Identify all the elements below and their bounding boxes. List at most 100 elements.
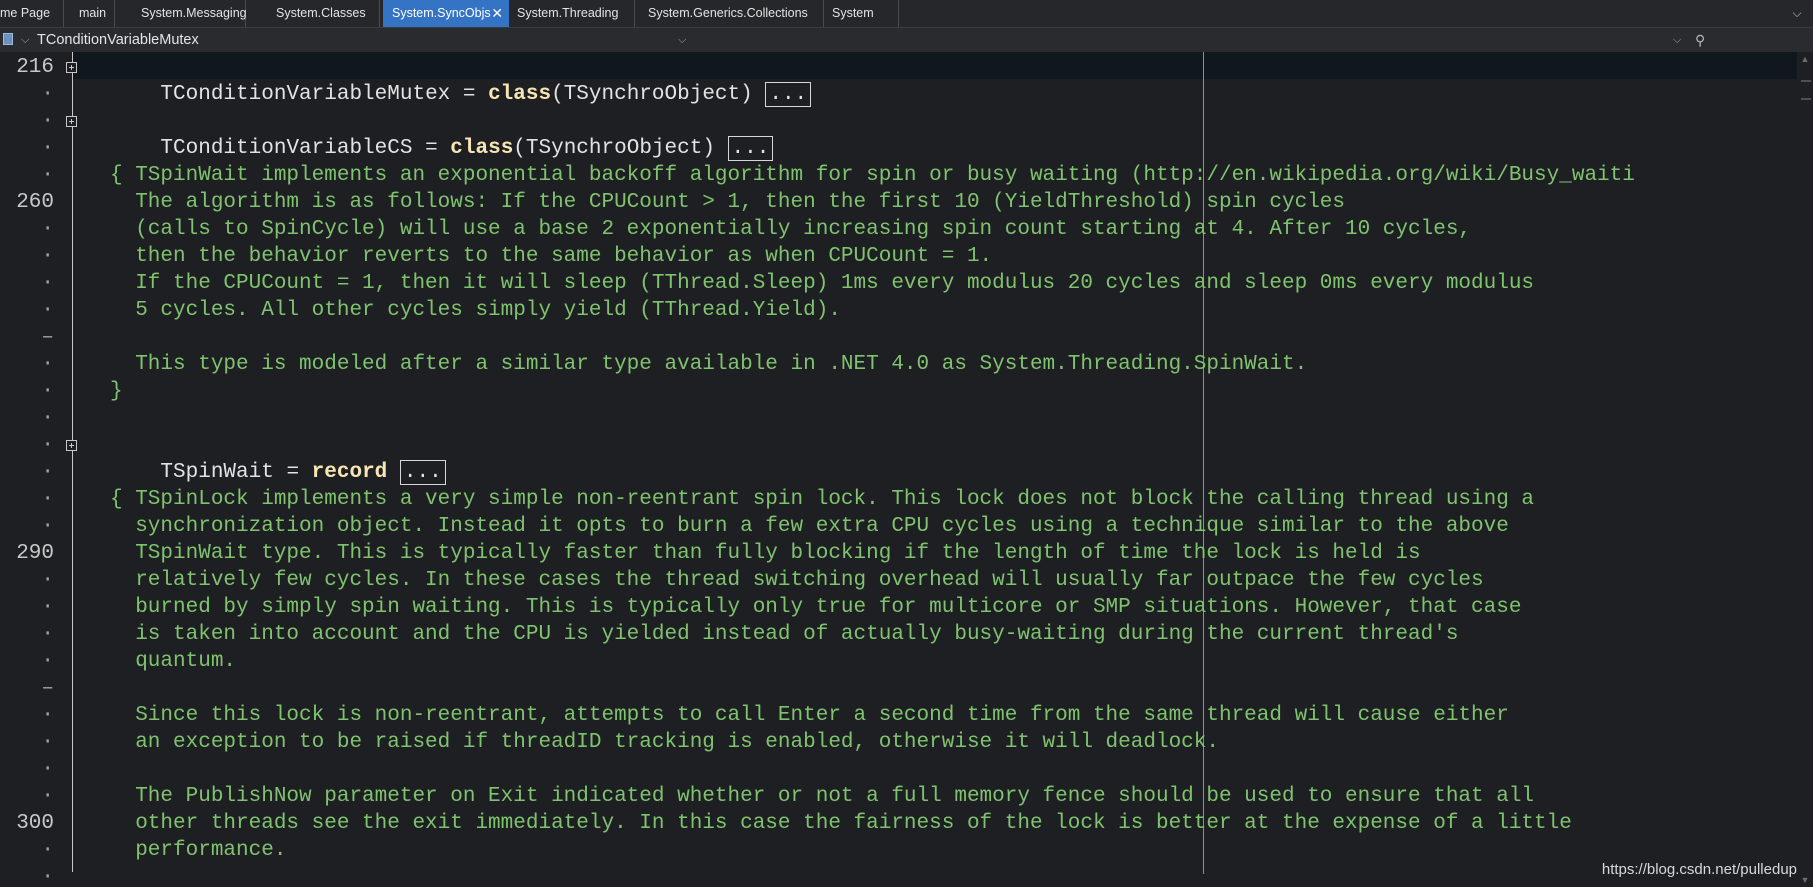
line-number: ·	[41, 785, 54, 808]
line-number: ·	[41, 434, 54, 457]
line-number: ·	[41, 569, 54, 592]
comment-line: synchronization object. Instead it opts …	[110, 515, 1509, 538]
line-number: ·	[41, 299, 54, 322]
line-number: ·	[41, 137, 54, 160]
tab-system-classes[interactable]: System.Classes	[266, 0, 380, 27]
document-tab-bar: me Page main System.Messaging System.Cla…	[0, 0, 1813, 28]
line-number: 260	[16, 191, 54, 214]
comment-line: (calls to SpinCycle) will use a base 2 e…	[110, 218, 1472, 241]
expand-fold-icon[interactable]	[66, 62, 77, 73]
line-number: ·	[41, 380, 54, 403]
code-editor[interactable]: 216 · · · · 260 · · · · – · · · · · · · …	[0, 52, 1813, 887]
line-number: ·	[41, 461, 54, 484]
line-number: ·	[41, 623, 54, 646]
type-name: TConditionVariableMutex =	[160, 83, 489, 106]
comment-line: quantum.	[110, 650, 237, 673]
comment-line: is taken into account and the CPU is yie…	[110, 623, 1459, 646]
line-number: ·	[41, 866, 54, 887]
comment-line: { TSpinWait implements an exponential ba…	[110, 164, 1635, 187]
line-number: ·	[41, 758, 54, 781]
line-number: ·	[41, 650, 54, 673]
ancestor-type: (TSynchroObject)	[513, 137, 728, 160]
code-line-record-declaration: TSpinWait = record ...	[110, 432, 446, 485]
tab-main[interactable]: main	[64, 0, 115, 27]
tab-welcome-page[interactable]: me Page	[0, 0, 64, 27]
line-number: –	[41, 677, 54, 700]
tab-system-messaging[interactable]: System.Messaging	[131, 0, 247, 27]
line-number: ·	[41, 83, 54, 106]
comment-line: 5 cycles. All other cycles simply yield …	[110, 299, 841, 322]
expand-fold-icon[interactable]	[66, 440, 77, 451]
tab-system-generics-collections[interactable]: System.Generics.Collections	[642, 0, 824, 27]
member-dropdown-icon[interactable]: ⌵	[1673, 28, 1681, 52]
comment-line: The PublishNow parameter on Exit indicat…	[110, 785, 1535, 808]
line-number: ·	[41, 110, 54, 133]
scroll-marker	[1801, 80, 1811, 82]
class-icon	[3, 33, 13, 45]
chevron-down-icon[interactable]: ⌵	[21, 28, 29, 52]
line-number: ·	[41, 164, 54, 187]
line-number: ·	[41, 245, 54, 268]
current-symbol-label[interactable]: TConditionVariableMutex	[37, 28, 199, 52]
fold-guide-line	[72, 52, 73, 872]
keyword: class	[450, 137, 514, 160]
comment-line: Since this lock is non-reentrant, attemp…	[110, 704, 1509, 727]
search-icon[interactable]: ⚲	[1695, 31, 1713, 49]
comment-line: then the behavior reverts to the same be…	[110, 245, 993, 268]
comment-line: TSpinWait type. This is typically faster…	[110, 542, 1421, 565]
line-number: ·	[41, 353, 54, 376]
comment-line: }	[110, 380, 123, 403]
code-navigator-bar: ⌵ TConditionVariableMutex ⌵ ⌵ ⚲	[0, 28, 1813, 52]
collapsed-region-button[interactable]: ...	[765, 82, 812, 107]
tab-system-syncobjs[interactable]: System.SyncObjs ✕	[383, 0, 509, 27]
line-number: ·	[41, 731, 54, 754]
collapsed-region-button[interactable]: ...	[399, 460, 446, 485]
tab-label: System.SyncObjs	[392, 6, 491, 20]
tab-label: System.Generics.Collections	[648, 6, 808, 20]
tab-label: main	[79, 6, 107, 20]
line-number-gutter: 216 · · · · 260 · · · · – · · · · · · · …	[0, 52, 72, 887]
comment-line: an exception to be raised if threadID tr…	[110, 731, 1219, 754]
tab-label: System.Messaging	[141, 6, 247, 20]
collapsed-region-button[interactable]: ...	[727, 136, 774, 161]
comment-line: { TSpinLock implements a very simple non…	[110, 488, 1535, 511]
vertical-scrollbar[interactable]: ▲ ▼	[1797, 52, 1813, 887]
code-line-class-declaration: TConditionVariableMutex = class(TSynchro…	[110, 54, 812, 107]
comment-line: If the CPUCount = 1, then it will sleep …	[110, 272, 1535, 295]
line-number: 216	[16, 56, 54, 79]
comment-line: performance.	[110, 839, 287, 862]
line-number: ·	[41, 704, 54, 727]
tab-close-icon[interactable]: ✕	[491, 0, 503, 27]
watermark-text: https://blog.csdn.net/pulledup	[1601, 861, 1797, 878]
tab-label: System.Threading	[517, 6, 619, 20]
tab-system[interactable]: System	[824, 0, 899, 27]
type-name: TSpinWait =	[160, 461, 312, 484]
line-number: ·	[41, 515, 54, 538]
expand-fold-icon[interactable]	[66, 116, 77, 127]
scroll-down-arrow-icon[interactable]: ▼	[1799, 875, 1811, 885]
comment-line: This type is modeled after a similar typ…	[110, 353, 1308, 376]
chevron-down-icon[interactable]: ⌵	[1789, 6, 1805, 20]
scroll-up-arrow-icon[interactable]: ▲	[1799, 54, 1811, 64]
keyword: class	[488, 83, 552, 106]
line-number: 290	[16, 542, 54, 565]
ancestor-type: (TSynchroObject)	[551, 83, 766, 106]
line-number: –	[41, 326, 54, 349]
line-number: ·	[41, 839, 54, 862]
comment-line: The algorithm is as follows: If the CPUC…	[110, 191, 1346, 214]
tab-label: me Page	[0, 6, 51, 20]
comment-line: burned by simply spin waiting. This is t…	[110, 596, 1522, 619]
comment-line: other threads see the exit immediately. …	[110, 812, 1572, 835]
line-number: 300	[16, 812, 54, 835]
line-number: ·	[41, 488, 54, 511]
comment-line: relatively few cycles. In these cases th…	[110, 569, 1484, 592]
tab-label: System.Classes	[276, 6, 366, 20]
keyword: record	[311, 461, 388, 484]
tab-system-threading[interactable]: System.Threading	[511, 0, 635, 27]
type-name: TConditionVariableCS =	[160, 137, 451, 160]
code-line-class-declaration: TConditionVariableCS = class(TSynchroObj…	[110, 108, 774, 161]
line-number: ·	[41, 272, 54, 295]
symbol-dropdown-icon[interactable]: ⌵	[678, 28, 686, 52]
tab-label: System	[832, 6, 874, 20]
scroll-marker	[1801, 98, 1811, 100]
